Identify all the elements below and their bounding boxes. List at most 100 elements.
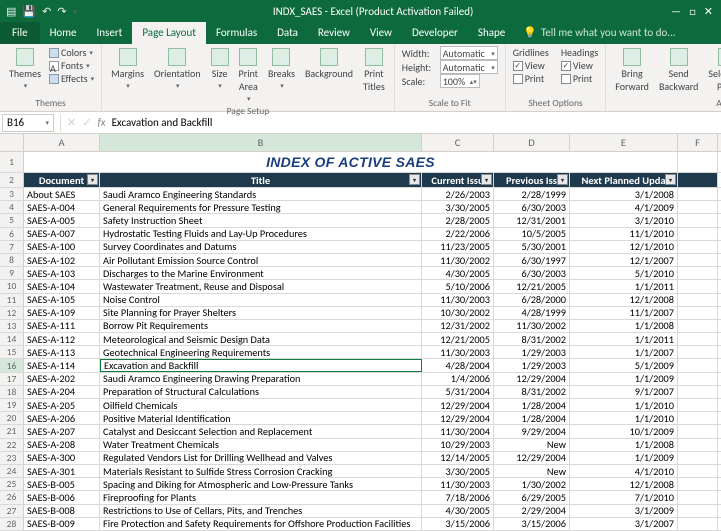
- orientation-button[interactable]: Orientation▾: [151, 46, 204, 92]
- minimize-icon[interactable]: —: [671, 5, 681, 18]
- cell-current-issue[interactable]: 12/29/2004: [422, 412, 494, 424]
- cell[interactable]: [678, 280, 718, 292]
- height-select[interactable]: Automatic▾: [440, 60, 498, 74]
- tab-home[interactable]: Home: [40, 22, 87, 44]
- row-header[interactable]: 25: [0, 478, 24, 490]
- header-title[interactable]: Title▾: [100, 173, 422, 187]
- col-header-f[interactable]: F: [678, 134, 718, 151]
- tab-file[interactable]: File: [0, 22, 40, 44]
- cell-previous-issue[interactable]: 12/29/2004: [494, 452, 570, 464]
- cell-document[interactable]: SAES-A-100: [24, 241, 100, 253]
- cell[interactable]: [678, 359, 718, 371]
- cell-current-issue[interactable]: 5/10/2006: [422, 280, 494, 292]
- cell-title[interactable]: Meteorological and Seismic Design Data: [100, 333, 422, 345]
- cell-current-issue[interactable]: 12/21/2005: [422, 333, 494, 345]
- cell-current-issue[interactable]: 4/30/2005: [422, 505, 494, 517]
- redo-icon[interactable]: ↷: [57, 5, 66, 18]
- cell[interactable]: [678, 201, 718, 213]
- cell-document[interactable]: SAES-A-104: [24, 280, 100, 292]
- row-header[interactable]: 14: [0, 333, 24, 345]
- cell-next-update[interactable]: 3/1/2009: [570, 505, 678, 517]
- formula-input[interactable]: Excavation and Backfill: [106, 116, 721, 129]
- tab-shape[interactable]: Shape: [468, 22, 515, 44]
- cell-next-update[interactable]: 1/1/2010: [570, 412, 678, 424]
- row-header[interactable]: 22: [0, 439, 24, 451]
- cell-current-issue[interactable]: 2/26/2003: [422, 188, 494, 200]
- cell-document[interactable]: SAES-B-009: [24, 518, 100, 530]
- cell-current-issue[interactable]: 3/30/2005: [422, 201, 494, 213]
- print-area-button[interactable]: Print Area▾: [236, 46, 261, 105]
- row-header[interactable]: 21: [0, 425, 24, 437]
- col-header-e[interactable]: E: [570, 134, 678, 151]
- cell-document[interactable]: SAES-A-208: [24, 439, 100, 451]
- cell-current-issue[interactable]: 11/30/2003: [422, 346, 494, 358]
- row-header[interactable]: 18: [0, 386, 24, 398]
- cell-current-issue[interactable]: 10/29/2003: [422, 439, 494, 451]
- cell-title[interactable]: Materials Resistant to Sulfide Stress Co…: [100, 465, 422, 477]
- cell-next-update[interactable]: 4/1/2010: [570, 465, 678, 477]
- effects-button[interactable]: Effects▾: [48, 72, 95, 85]
- cell-current-issue[interactable]: 10/30/2002: [422, 307, 494, 319]
- cell-next-update[interactable]: 12/1/2008: [570, 478, 678, 490]
- cell-current-issue[interactable]: 4/30/2005: [422, 267, 494, 279]
- cell-title[interactable]: Borrow Pit Requirements: [100, 320, 422, 332]
- select-all-corner[interactable]: [0, 134, 24, 151]
- cell-previous-issue[interactable]: 8/31/2002: [494, 333, 570, 345]
- cell-next-update[interactable]: 1/1/2009: [570, 452, 678, 464]
- cell-previous-issue[interactable]: 1/30/2002: [494, 478, 570, 490]
- cell-next-update[interactable]: 7/1/2010: [570, 491, 678, 503]
- cell-next-update[interactable]: 3/1/2008: [570, 188, 678, 200]
- cell-previous-issue[interactable]: 1/28/2004: [494, 412, 570, 424]
- cell-document[interactable]: SAES-A-004: [24, 201, 100, 213]
- tab-page-layout[interactable]: Page Layout: [132, 22, 206, 44]
- cell-title[interactable]: Fire Protection and Safety Requirements …: [100, 518, 422, 530]
- breaks-button[interactable]: Breaks▾: [265, 46, 298, 92]
- cell-current-issue[interactable]: 2/22/2006: [422, 228, 494, 240]
- cell-next-update[interactable]: 1/1/2010: [570, 399, 678, 411]
- cell[interactable]: [678, 214, 718, 226]
- cell-title[interactable]: Survey Coordinates and Datums: [100, 241, 422, 253]
- cell-current-issue[interactable]: 11/23/2005: [422, 241, 494, 253]
- cell-title[interactable]: Oilfield Chemicals: [100, 399, 422, 411]
- cell-title[interactable]: Regulated Vendors List for Drilling Well…: [100, 452, 422, 464]
- cell-previous-issue[interactable]: 3/15/2006: [494, 518, 570, 530]
- cell-next-update[interactable]: 11/1/2010: [570, 228, 678, 240]
- header-previous-issue[interactable]: Previous Iss▾: [494, 173, 570, 187]
- cell-title[interactable]: Site Planning for Prayer Shelters: [100, 307, 422, 319]
- cell-document[interactable]: SAES-A-102: [24, 254, 100, 266]
- cell-document[interactable]: SAES-A-113: [24, 346, 100, 358]
- cell-title[interactable]: Fireproofing for Plants: [100, 491, 422, 503]
- cell-document[interactable]: SAES-A-204: [24, 386, 100, 398]
- cell-previous-issue[interactable]: 6/30/2003: [494, 267, 570, 279]
- cell-document[interactable]: SAES-B-008: [24, 505, 100, 517]
- cell-current-issue[interactable]: 11/30/2003: [422, 478, 494, 490]
- cell-previous-issue[interactable]: 1/29/2003: [494, 346, 570, 358]
- enter-formula-icon[interactable]: ✓: [82, 116, 91, 129]
- cell-document[interactable]: SAES-A-111: [24, 320, 100, 332]
- cell-current-issue[interactable]: 11/30/2003: [422, 294, 494, 306]
- cell-document[interactable]: SAES-A-112: [24, 333, 100, 345]
- row-header[interactable]: 3: [0, 188, 24, 200]
- cell[interactable]: [678, 491, 718, 503]
- cell-current-issue[interactable]: 12/29/2004: [422, 399, 494, 411]
- cell[interactable]: [678, 452, 718, 464]
- cell[interactable]: [678, 254, 718, 266]
- cell-document[interactable]: SAES-A-109: [24, 307, 100, 319]
- cell-previous-issue[interactable]: 2/28/1999: [494, 188, 570, 200]
- cell-previous-issue[interactable]: New: [494, 465, 570, 477]
- cell-next-update[interactable]: 1/1/2008: [570, 320, 678, 332]
- row-header[interactable]: 19: [0, 399, 24, 411]
- filter-icon[interactable]: ▾: [557, 174, 568, 185]
- cell-next-update[interactable]: 5/1/2010: [570, 267, 678, 279]
- filter-icon[interactable]: ▾: [409, 174, 420, 185]
- cell[interactable]: [678, 188, 718, 200]
- cell-next-update[interactable]: 11/1/2007: [570, 307, 678, 319]
- cell-title[interactable]: Restrictions to Use of Cellars, Pits, an…: [100, 505, 422, 517]
- cell-previous-issue[interactable]: 6/30/1997: [494, 254, 570, 266]
- row-header[interactable]: 5: [0, 214, 24, 226]
- cell[interactable]: [678, 412, 718, 424]
- cell-current-issue[interactable]: 7/18/2006: [422, 491, 494, 503]
- cell-next-update[interactable]: 4/1/2009: [570, 201, 678, 213]
- cell-title[interactable]: Preparation of Structural Calculations: [100, 386, 422, 398]
- cell-next-update[interactable]: 9/1/2007: [570, 386, 678, 398]
